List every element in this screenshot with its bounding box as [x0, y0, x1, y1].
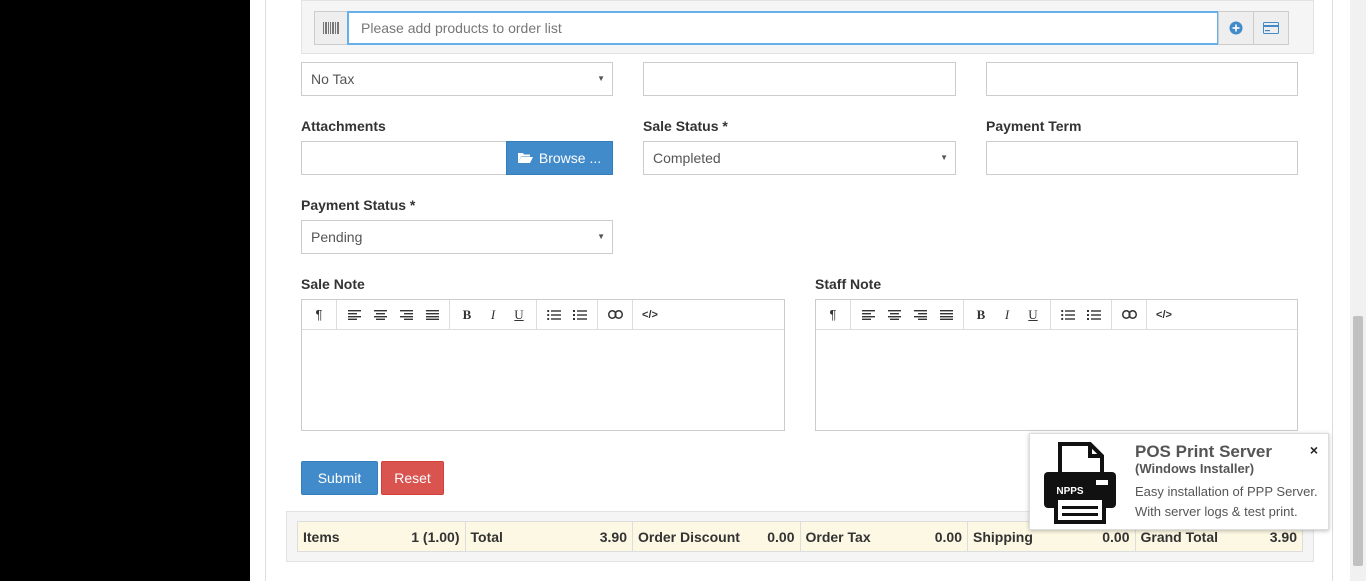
order-tax-select[interactable]: No Tax ▼: [301, 62, 613, 96]
folder-open-icon: [517, 153, 533, 163]
list-ol-icon[interactable]: [567, 300, 593, 330]
payment-status-select[interactable]: Pending ▼: [301, 220, 613, 254]
bold-icon[interactable]: B: [454, 300, 480, 330]
payment-term-label: Payment Term: [986, 118, 1082, 134]
underline-icon[interactable]: U: [1020, 300, 1046, 330]
close-icon[interactable]: ×: [1310, 442, 1318, 458]
code-view-icon[interactable]: </>: [1151, 300, 1177, 330]
align-justify-icon[interactable]: [419, 300, 445, 330]
sale-note-editor[interactable]: ¶ B I U </>: [301, 299, 785, 431]
chevron-down-icon: ▼: [597, 74, 605, 83]
italic-icon[interactable]: I: [994, 300, 1020, 330]
code-view-icon[interactable]: </>: [637, 300, 663, 330]
link-icon[interactable]: [602, 300, 628, 330]
credit-card-icon[interactable]: [1253, 11, 1289, 45]
shipping-input[interactable]: [986, 62, 1298, 96]
order-discount-input[interactable]: [643, 62, 956, 96]
order-tax-value: No Tax: [311, 71, 355, 87]
align-justify-icon[interactable]: [933, 300, 959, 330]
browse-button[interactable]: Browse ...: [506, 141, 613, 175]
totals-total: Total 3.90: [466, 522, 633, 551]
product-search-bar: Please add products to order list: [301, 0, 1314, 54]
totals-order-tax: Order Tax 0.00: [801, 522, 968, 551]
staff-note-editor[interactable]: ¶ B I U </>: [815, 299, 1298, 431]
align-center-icon[interactable]: [881, 300, 907, 330]
staff-note-label: Staff Note: [815, 276, 882, 292]
popup-subtitle: (Windows Installer): [1135, 461, 1255, 476]
align-left-icon[interactable]: [341, 300, 367, 330]
browse-label: Browse ...: [538, 150, 602, 166]
paragraph-icon[interactable]: ¶: [306, 300, 332, 330]
link-icon[interactable]: [1116, 300, 1142, 330]
sale-note-label: Sale Note: [301, 276, 365, 292]
payment-status-label: Payment Status *: [301, 197, 416, 213]
payment-term-input[interactable]: [986, 141, 1298, 175]
plus-circle-icon[interactable]: [1218, 11, 1254, 45]
bold-icon[interactable]: B: [968, 300, 994, 330]
printer-logo-text: NPPS: [1056, 486, 1084, 497]
popup-title: POS Print Server: [1135, 442, 1273, 461]
reset-button[interactable]: Reset: [381, 461, 444, 495]
attachments-label: Attachments: [301, 118, 386, 134]
sale-status-label: Sale Status *: [643, 118, 728, 134]
list-ol-icon[interactable]: [1081, 300, 1107, 330]
align-left-icon[interactable]: [855, 300, 881, 330]
submit-button[interactable]: Submit: [301, 461, 378, 495]
sale-status-value: Completed: [653, 150, 721, 166]
italic-icon[interactable]: I: [480, 300, 506, 330]
align-center-icon[interactable]: [367, 300, 393, 330]
paragraph-icon[interactable]: ¶: [820, 300, 846, 330]
sale-status-select[interactable]: Completed ▼: [643, 141, 956, 175]
chevron-down-icon: ▼: [940, 153, 948, 162]
pos-print-server-popup[interactable]: × NPPS POS Print Server (Windows Install…: [1029, 433, 1329, 530]
align-right-icon[interactable]: [393, 300, 419, 330]
totals-items: Items 1 (1.00): [298, 522, 466, 551]
payment-status-value: Pending: [311, 229, 363, 245]
editor-toolbar: ¶ B I U </>: [302, 299, 784, 330]
underline-icon[interactable]: U: [506, 300, 532, 330]
align-right-icon[interactable]: [907, 300, 933, 330]
printer-icon: NPPS: [1044, 442, 1116, 524]
barcode-icon[interactable]: [314, 11, 348, 45]
product-search-input[interactable]: Please add products to order list: [347, 11, 1219, 45]
chevron-down-icon: ▼: [597, 232, 605, 241]
list-ul-icon[interactable]: [1055, 300, 1081, 330]
attachments-input[interactable]: [301, 141, 507, 175]
totals-order-discount: Order Discount 0.00: [633, 522, 801, 551]
scrollbar-thumb[interactable]: [1353, 316, 1363, 566]
editor-toolbar: ¶ B I U </>: [816, 299, 1297, 330]
list-ul-icon[interactable]: [541, 300, 567, 330]
popup-description: Easy installation of PPP Server. With se…: [1135, 484, 1318, 519]
vertical-scrollbar[interactable]: [1350, 0, 1366, 581]
